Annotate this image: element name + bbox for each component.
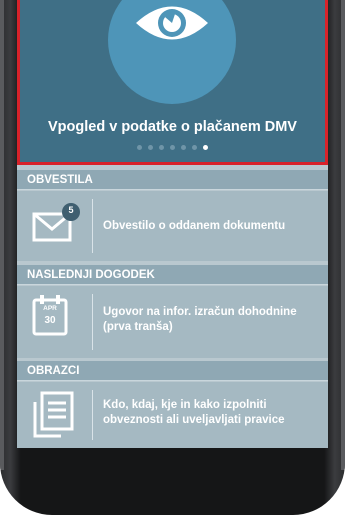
phone-frame: Vpogled v podatke o plačanem DMV OBVESTI… [0,0,345,515]
row-divider [92,199,93,253]
section-header-obvestila: OBVESTILA [17,170,328,190]
carousel-dot[interactable] [148,145,153,150]
row-divider [92,390,93,440]
forms-text: Kdo, kdaj, kje in kako izpolniti obvezno… [103,399,285,426]
phone-bottom-bezel [0,448,345,515]
phone-edge-left [0,0,4,470]
section-header-naslednji-dogodek: NASLEDNJI DOGODEK [17,265,328,285]
next-event-row[interactable]: APR 30 Ugovor na infor. izračun dohodnin… [17,286,328,358]
carousel-icon-circle [108,0,236,104]
carousel-dot[interactable] [159,145,164,150]
calendar-day: 30 [44,315,56,326]
eye-icon [136,6,208,40]
carousel-dot[interactable] [137,145,142,150]
feature-carousel[interactable]: Vpogled v podatke o plačanem DMV [17,0,328,165]
carousel-pagination[interactable] [20,145,325,153]
notification-count-badge: 5 [68,205,74,215]
app-screen: Vpogled v podatke o plačanem DMV OBVESTI… [17,0,328,448]
next-event-text: Ugovor na infor. izračun dohodnine (prva… [103,306,297,333]
notification-text: Obvestilo o oddanem dokumentu [103,220,286,232]
envelope-icon: 5 [31,203,83,254]
carousel-dot-active[interactable] [203,145,208,150]
row-divider [92,294,93,350]
notification-row[interactable]: 5 Obvestilo o oddanem dokumentu [17,191,328,261]
calendar-icon: APR 30 [31,294,71,340]
carousel-dot[interactable] [181,145,186,150]
carousel-dot[interactable] [192,145,197,150]
section-header-obrazci: OBRAZCI [17,361,328,381]
carousel-title: Vpogled v podatke o plačanem DMV [48,119,297,135]
documents-icon [31,390,79,445]
calendar-month: APR [43,305,57,312]
carousel-dot[interactable] [170,145,175,150]
forms-row[interactable]: Kdo, kdaj, kje in kako izpolniti obvezno… [17,382,328,448]
phone-edge-right [341,0,345,470]
